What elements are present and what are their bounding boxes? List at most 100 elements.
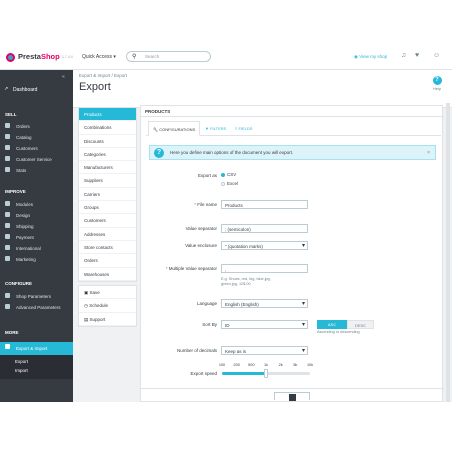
save-button[interactable]: ▣ Save — [79, 286, 136, 300]
search-input[interactable]: ⚲ Search — [126, 51, 211, 62]
export-panel: PRODUCTS 🔧︎ CONFIGURATIONS ▼ FILTERS ≡ F… — [140, 105, 444, 402]
version-label: 1.7.4.4 — [62, 55, 73, 59]
sidebar-subitem-import[interactable]: Import — [15, 368, 28, 373]
menu-item-discounts[interactable]: Discounts — [79, 135, 136, 148]
tab-filters[interactable]: ▼ FILTERS — [201, 121, 230, 136]
multiple-separator-label: * Multiple Value separator — [165, 266, 217, 271]
value-enclosure-select[interactable]: " (quotation marks) — [221, 241, 308, 250]
sort-asc-button[interactable]: ASC — [317, 320, 347, 329]
sidebar: « ↗ Dashboard SELL Orders Catalog Custome… — [0, 70, 73, 402]
menu-item-manufacturers[interactable]: Manufacturers — [79, 161, 136, 175]
value-separator-input[interactable]: ; (semicolon) — [221, 224, 308, 233]
customer-service-icon — [5, 156, 10, 161]
sidebar-subitem-export[interactable]: Export — [15, 359, 28, 364]
catalog-icon — [5, 134, 10, 139]
speed-tick-label: 10k — [306, 363, 314, 367]
speed-tick-label: 1k — [263, 363, 269, 367]
marketing-icon — [5, 256, 10, 261]
export-speed-slider[interactable] — [222, 369, 310, 378]
value-separator-label: Value separator — [185, 226, 217, 231]
export-action-button[interactable] — [274, 392, 310, 401]
sidebar-section-more: MORE — [5, 330, 19, 335]
sidebar-section-sell: SELL — [5, 112, 17, 117]
sidebar-section-improve: IMPROVE — [5, 189, 26, 194]
info-icon: ? — [154, 148, 164, 158]
sidebar-item-payment[interactable]: Payment — [0, 232, 73, 243]
menu-item-customers[interactable]: Customers — [79, 214, 136, 228]
export-speed-label: Export speed — [190, 371, 217, 376]
shipping-icon — [5, 223, 10, 228]
sidebar-item-international[interactable]: International — [0, 243, 73, 254]
speed-slider-fill — [222, 372, 266, 375]
language-select[interactable]: English (English) — [221, 299, 308, 308]
prestashop-logo-icon[interactable] — [6, 53, 15, 62]
menu-item-combinations[interactable]: Combinations — [79, 121, 136, 135]
help-icon: ? — [432, 76, 442, 85]
notifications-icon[interactable]: ♥ — [415, 52, 419, 59]
sidebar-item-modules[interactable]: Modules — [0, 199, 73, 210]
sort-by-select[interactable]: ID — [221, 320, 308, 329]
menu-item-warehouses[interactable]: Warehouses — [79, 268, 136, 281]
multiple-separator-input[interactable]: , — [221, 264, 308, 273]
export-type-menu: Products Combinations Discounts Categori… — [78, 107, 137, 282]
stats-icon — [5, 167, 10, 172]
sidebar-item-catalog[interactable]: Catalog — [0, 132, 73, 143]
menu-item-addresses[interactable]: Addresses — [79, 228, 136, 241]
sidebar-item-customer-service[interactable]: Customer Service — [0, 154, 73, 165]
menu-item-carriers[interactable]: Carriers — [79, 188, 136, 202]
sidebar-item-shop-parameters[interactable]: Shop Parameters — [0, 291, 73, 302]
export-import-icon — [5, 344, 10, 349]
menu-item-categories[interactable]: Categories — [79, 148, 136, 162]
sidebar-item-dashboard[interactable]: ↗ Dashboard — [0, 80, 73, 100]
sidebar-item-customers[interactable]: Customers — [0, 143, 73, 154]
view-shop-link[interactable]: ◉ View my shop — [354, 54, 387, 60]
sort-desc-button[interactable]: DESC — [347, 320, 374, 329]
page-header: Export & Import / Export Export ? Help — [73, 70, 452, 108]
actions-menu: ▣ Save ◷ Schedule ▤ Support — [78, 285, 137, 327]
menu-item-orders[interactable]: Orders — [79, 254, 136, 268]
radio-unchecked-icon — [221, 181, 225, 186]
page-title: Export — [79, 81, 111, 93]
breadcrumb[interactable]: Export & Import / Export — [79, 73, 127, 78]
user-account-icon[interactable]: ☺ — [433, 52, 440, 59]
export-as-excel-radio[interactable]: Excel — [221, 181, 238, 186]
speed-slider-handle[interactable] — [264, 369, 268, 378]
quick-access-dropdown[interactable]: Quick Access ▾ — [82, 54, 116, 60]
sidebar-item-orders[interactable]: Orders — [0, 121, 73, 132]
help-button[interactable]: ? Help — [431, 76, 443, 91]
page-scrollbar[interactable] — [446, 103, 450, 402]
panel-tabs: 🔧︎ CONFIGURATIONS ▼ FILTERS ≡ FIELDS — [146, 121, 441, 136]
file-name-input[interactable]: Products — [221, 200, 308, 209]
globe-icon — [5, 245, 10, 250]
sidebar-item-marketing[interactable]: Marketing — [0, 254, 73, 265]
design-icon — [5, 212, 10, 217]
menu-item-suppliers[interactable]: Suppliers — [79, 174, 136, 188]
file-name-label: * File name — [194, 202, 217, 207]
tab-fields[interactable]: ≡ FIELDS — [231, 121, 256, 136]
export-as-csv-radio[interactable]: CSV — [221, 172, 236, 177]
export-as-label: Export as — [197, 173, 217, 178]
value-enclosure-label: Value enclosure — [185, 243, 217, 248]
sidebar-item-design[interactable]: Design — [0, 210, 73, 221]
menu-item-groups[interactable]: Groups — [79, 201, 136, 215]
tab-configurations[interactable]: 🔧︎ CONFIGURATIONS — [148, 121, 201, 136]
speed-tick-label: 200 — [233, 363, 240, 367]
info-alert-text: Here you define main options of the docu… — [170, 150, 294, 155]
close-icon[interactable]: × — [427, 150, 430, 156]
brand-name[interactable]: PrestaShop — [18, 52, 60, 61]
sidebar-item-advanced-parameters[interactable]: Advanced Parameters — [0, 302, 73, 313]
bell-icon[interactable]: ♫ — [401, 52, 406, 59]
decimals-select[interactable]: Keep as is — [221, 346, 308, 355]
menu-item-store-contacts[interactable]: Store contacts — [79, 241, 136, 255]
sidebar-item-shipping[interactable]: Shipping — [0, 221, 73, 232]
app-window: PrestaShop 1.7.4.4 Quick Access ▾ ⚲ Searc… — [0, 45, 452, 402]
settings-icon — [5, 293, 10, 298]
sidebar-item-export-import[interactable]: Export & Import — [0, 342, 73, 355]
sidebar-section-configure: CONFIGURE — [5, 281, 32, 286]
export-icon — [289, 394, 296, 401]
sidebar-item-stats[interactable]: Stats — [0, 165, 73, 176]
menu-item-products[interactable]: Products — [79, 108, 136, 122]
support-button[interactable]: ▤ Support — [79, 313, 136, 326]
schedule-button[interactable]: ◷ Schedule — [79, 299, 136, 313]
speed-tick-label: 2k — [278, 363, 283, 367]
